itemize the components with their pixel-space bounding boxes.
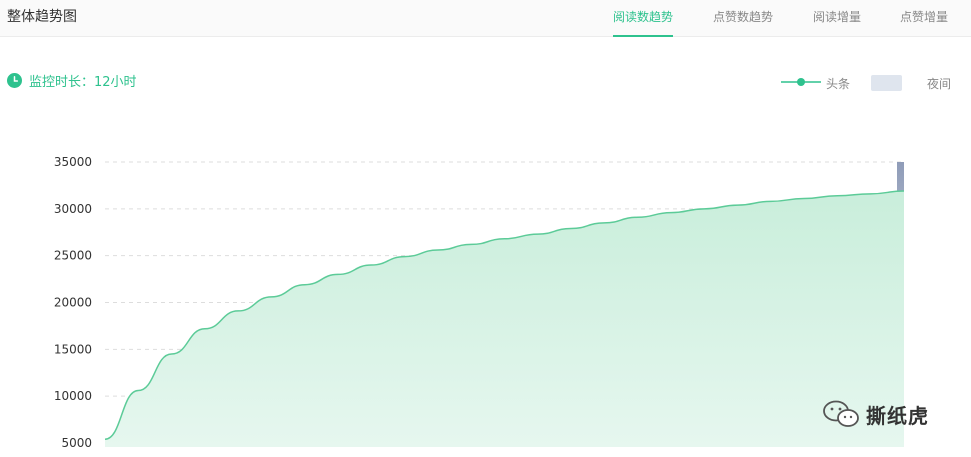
- watermark-text: 撕纸虎: [866, 403, 929, 428]
- wechat-icon: [823, 400, 859, 427]
- watermark: 撕纸虎: [822, 399, 929, 429]
- y-tick-label: 5000: [61, 436, 92, 450]
- y-tick-label: 35000: [54, 155, 92, 169]
- y-tick-label: 15000: [54, 342, 92, 356]
- y-tick-label: 25000: [54, 249, 92, 263]
- trend-chart: 35000 30000 25000 20000 15000 10000 5000: [54, 155, 905, 450]
- series-toutiao-area: [105, 191, 904, 447]
- y-tick-label: 10000: [54, 389, 92, 403]
- y-tick-label: 20000: [54, 296, 92, 310]
- y-tick-label: 30000: [54, 202, 92, 216]
